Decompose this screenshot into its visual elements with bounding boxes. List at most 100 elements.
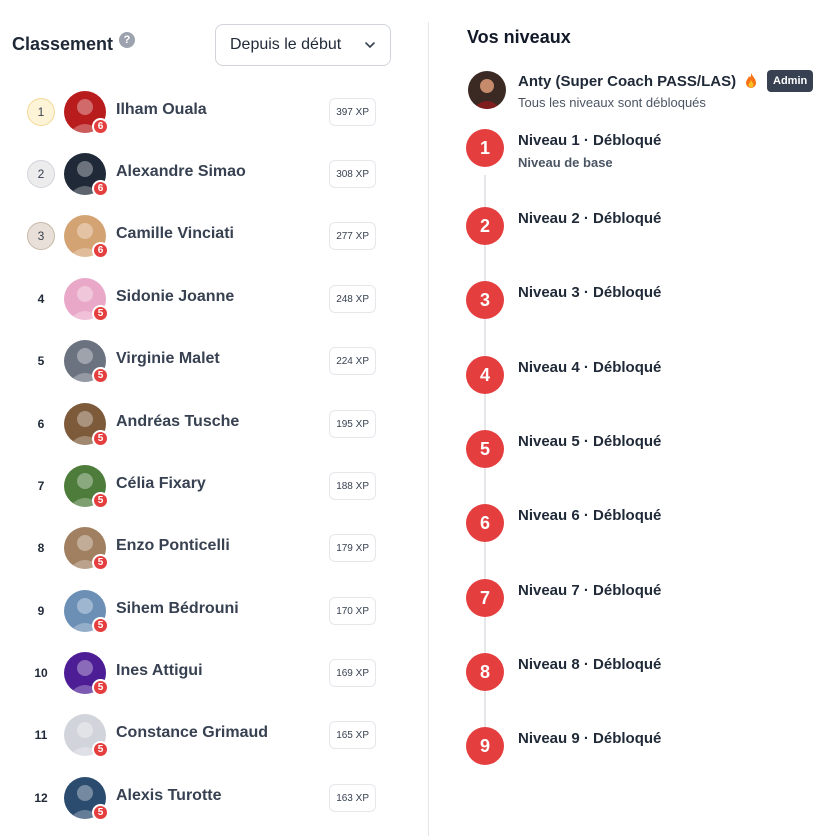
- member-level-badge: 5: [92, 554, 109, 571]
- xp-badge: 397 XP: [329, 98, 376, 126]
- member-name[interactable]: Camille Vinciati: [116, 225, 234, 243]
- leaderboard-row[interactable]: 1 6 Ilham Ouala 397 XP: [0, 86, 428, 136]
- rank-number: 12: [34, 791, 48, 805]
- timeline-connector: [484, 394, 486, 430]
- level-circle: 6: [466, 504, 504, 542]
- member-name[interactable]: Ines Attigui: [116, 662, 203, 680]
- rank-number: 10: [34, 666, 48, 680]
- member-level-badge: 5: [92, 679, 109, 696]
- xp-badge: 188 XP: [329, 472, 376, 500]
- timeline-connector: [484, 617, 486, 653]
- timeline-connector: [484, 175, 486, 207]
- member-name[interactable]: Célia Fixary: [116, 475, 206, 493]
- avatar[interactable]: [468, 71, 506, 109]
- level-title[interactable]: Niveau 2 · Débloqué: [518, 210, 661, 227]
- period-select[interactable]: Depuis le début: [215, 24, 391, 66]
- member-level-badge: 5: [92, 741, 109, 758]
- xp-badge: 224 XP: [329, 347, 376, 375]
- level-title[interactable]: Niveau 8 · Débloqué: [518, 656, 661, 673]
- leaderboard-panel: Classement ? Depuis le début 1 6 Ilham Oua…: [0, 0, 428, 836]
- member-level-badge: 5: [92, 492, 109, 509]
- leaderboard-title: Classement: [12, 34, 114, 54]
- level-title[interactable]: Niveau 4 · Débloqué: [518, 359, 661, 376]
- member-level-badge: 5: [92, 430, 109, 447]
- member-level-badge: 5: [92, 804, 109, 821]
- level-circle: 2: [466, 207, 504, 245]
- timeline-connector: [484, 542, 486, 579]
- member-name[interactable]: Alexandre Simao: [116, 163, 246, 181]
- leaderboard-row[interactable]: 4 5 Sidonie Joanne 248 XP: [0, 273, 428, 323]
- user-name: Anty (Super Coach PASS/LAS): [518, 73, 737, 90]
- level-circle: 9: [466, 727, 504, 765]
- leaderboard-row[interactable]: 10 5 Ines Attigui 169 XP: [0, 647, 428, 697]
- level-description: Niveau de base: [518, 155, 613, 170]
- leaderboard-row[interactable]: 9 5 Sihem Bédrouni 170 XP: [0, 585, 428, 635]
- leaderboard-row[interactable]: 8 5 Enzo Ponticelli 179 XP: [0, 522, 428, 572]
- period-select-value: Depuis le début: [230, 36, 342, 53]
- member-level-badge: 5: [92, 367, 109, 384]
- leaderboard-row[interactable]: 12 5 Alexis Turotte 163 XP: [0, 772, 428, 822]
- member-name[interactable]: Enzo Ponticelli: [116, 537, 230, 555]
- rank-number: 11: [34, 728, 48, 742]
- level-title[interactable]: Niveau 1 · Débloqué: [518, 132, 661, 149]
- user-subtitle: Tous les niveaux sont débloqués: [518, 95, 706, 110]
- xp-badge: 308 XP: [329, 160, 376, 188]
- member-name[interactable]: Andréas Tusche: [116, 413, 239, 431]
- leaderboard-row[interactable]: 11 5 Constance Grimaud 165 XP: [0, 709, 428, 759]
- timeline-connector: [484, 468, 486, 504]
- member-level-badge: 6: [92, 118, 109, 135]
- timeline-connector: [484, 319, 486, 356]
- rank-number: 9: [37, 604, 45, 618]
- levels-title: Vos niveaux: [467, 27, 571, 47]
- level-circle: 7: [466, 579, 504, 617]
- xp-badge: 169 XP: [329, 659, 376, 687]
- fire-icon: [746, 73, 756, 88]
- rank-number: 7: [37, 479, 45, 493]
- rank-number: 8: [37, 541, 45, 555]
- level-title[interactable]: Niveau 6 · Débloqué: [518, 507, 661, 524]
- member-name[interactable]: Constance Grimaud: [116, 724, 268, 742]
- level-title[interactable]: Niveau 7 · Débloqué: [518, 582, 661, 599]
- timeline-connector: [484, 245, 486, 281]
- member-name[interactable]: Alexis Turotte: [116, 787, 222, 805]
- leaderboard-row[interactable]: 7 5 Célia Fixary 188 XP: [0, 460, 428, 510]
- member-name[interactable]: Sihem Bédrouni: [116, 600, 239, 618]
- xp-badge: 195 XP: [329, 410, 376, 438]
- level-title[interactable]: Niveau 9 · Débloqué: [518, 730, 661, 747]
- rank-number: 6: [37, 417, 45, 431]
- member-name[interactable]: Sidonie Joanne: [116, 288, 234, 306]
- rank-number: 3: [27, 222, 55, 250]
- leaderboard-row[interactable]: 6 5 Andréas Tusche 195 XP: [0, 398, 428, 448]
- member-level-badge: 6: [92, 242, 109, 259]
- level-circle: 1: [466, 129, 504, 167]
- leaderboard-row[interactable]: 5 5 Virginie Malet 224 XP: [0, 335, 428, 385]
- member-level-badge: 6: [92, 180, 109, 197]
- level-circle: 3: [466, 281, 504, 319]
- chevron-down-icon: [365, 42, 375, 48]
- xp-badge: 170 XP: [329, 597, 376, 625]
- rank-number: 1: [27, 98, 55, 126]
- member-level-badge: 5: [92, 617, 109, 634]
- level-circle: 5: [466, 430, 504, 468]
- level-circle: 4: [466, 356, 504, 394]
- admin-badge: Admin: [767, 70, 814, 92]
- question-icon[interactable]: ?: [119, 32, 135, 48]
- member-level-badge: 5: [92, 305, 109, 322]
- xp-badge: 248 XP: [329, 285, 376, 313]
- level-title[interactable]: Niveau 3 · Débloqué: [518, 284, 661, 301]
- levels-panel: Vos niveaux Anty (Super Coach PASS/LAS) …: [429, 0, 825, 836]
- xp-badge: 277 XP: [329, 222, 376, 250]
- leaderboard-row[interactable]: 2 6 Alexandre Simao 308 XP: [0, 148, 428, 198]
- xp-badge: 165 XP: [329, 721, 376, 749]
- level-title[interactable]: Niveau 5 · Débloqué: [518, 433, 661, 450]
- level-circle: 8: [466, 653, 504, 691]
- leaderboard-row[interactable]: 3 6 Camille Vinciati 277 XP: [0, 210, 428, 260]
- member-name[interactable]: Virginie Malet: [116, 350, 220, 368]
- rank-number: 5: [37, 354, 45, 368]
- rank-number: 2: [27, 160, 55, 188]
- xp-badge: 179 XP: [329, 534, 376, 562]
- timeline-connector: [484, 691, 486, 727]
- member-name[interactable]: Ilham Ouala: [116, 101, 207, 119]
- rank-number: 4: [37, 292, 45, 306]
- xp-badge: 163 XP: [329, 784, 376, 812]
